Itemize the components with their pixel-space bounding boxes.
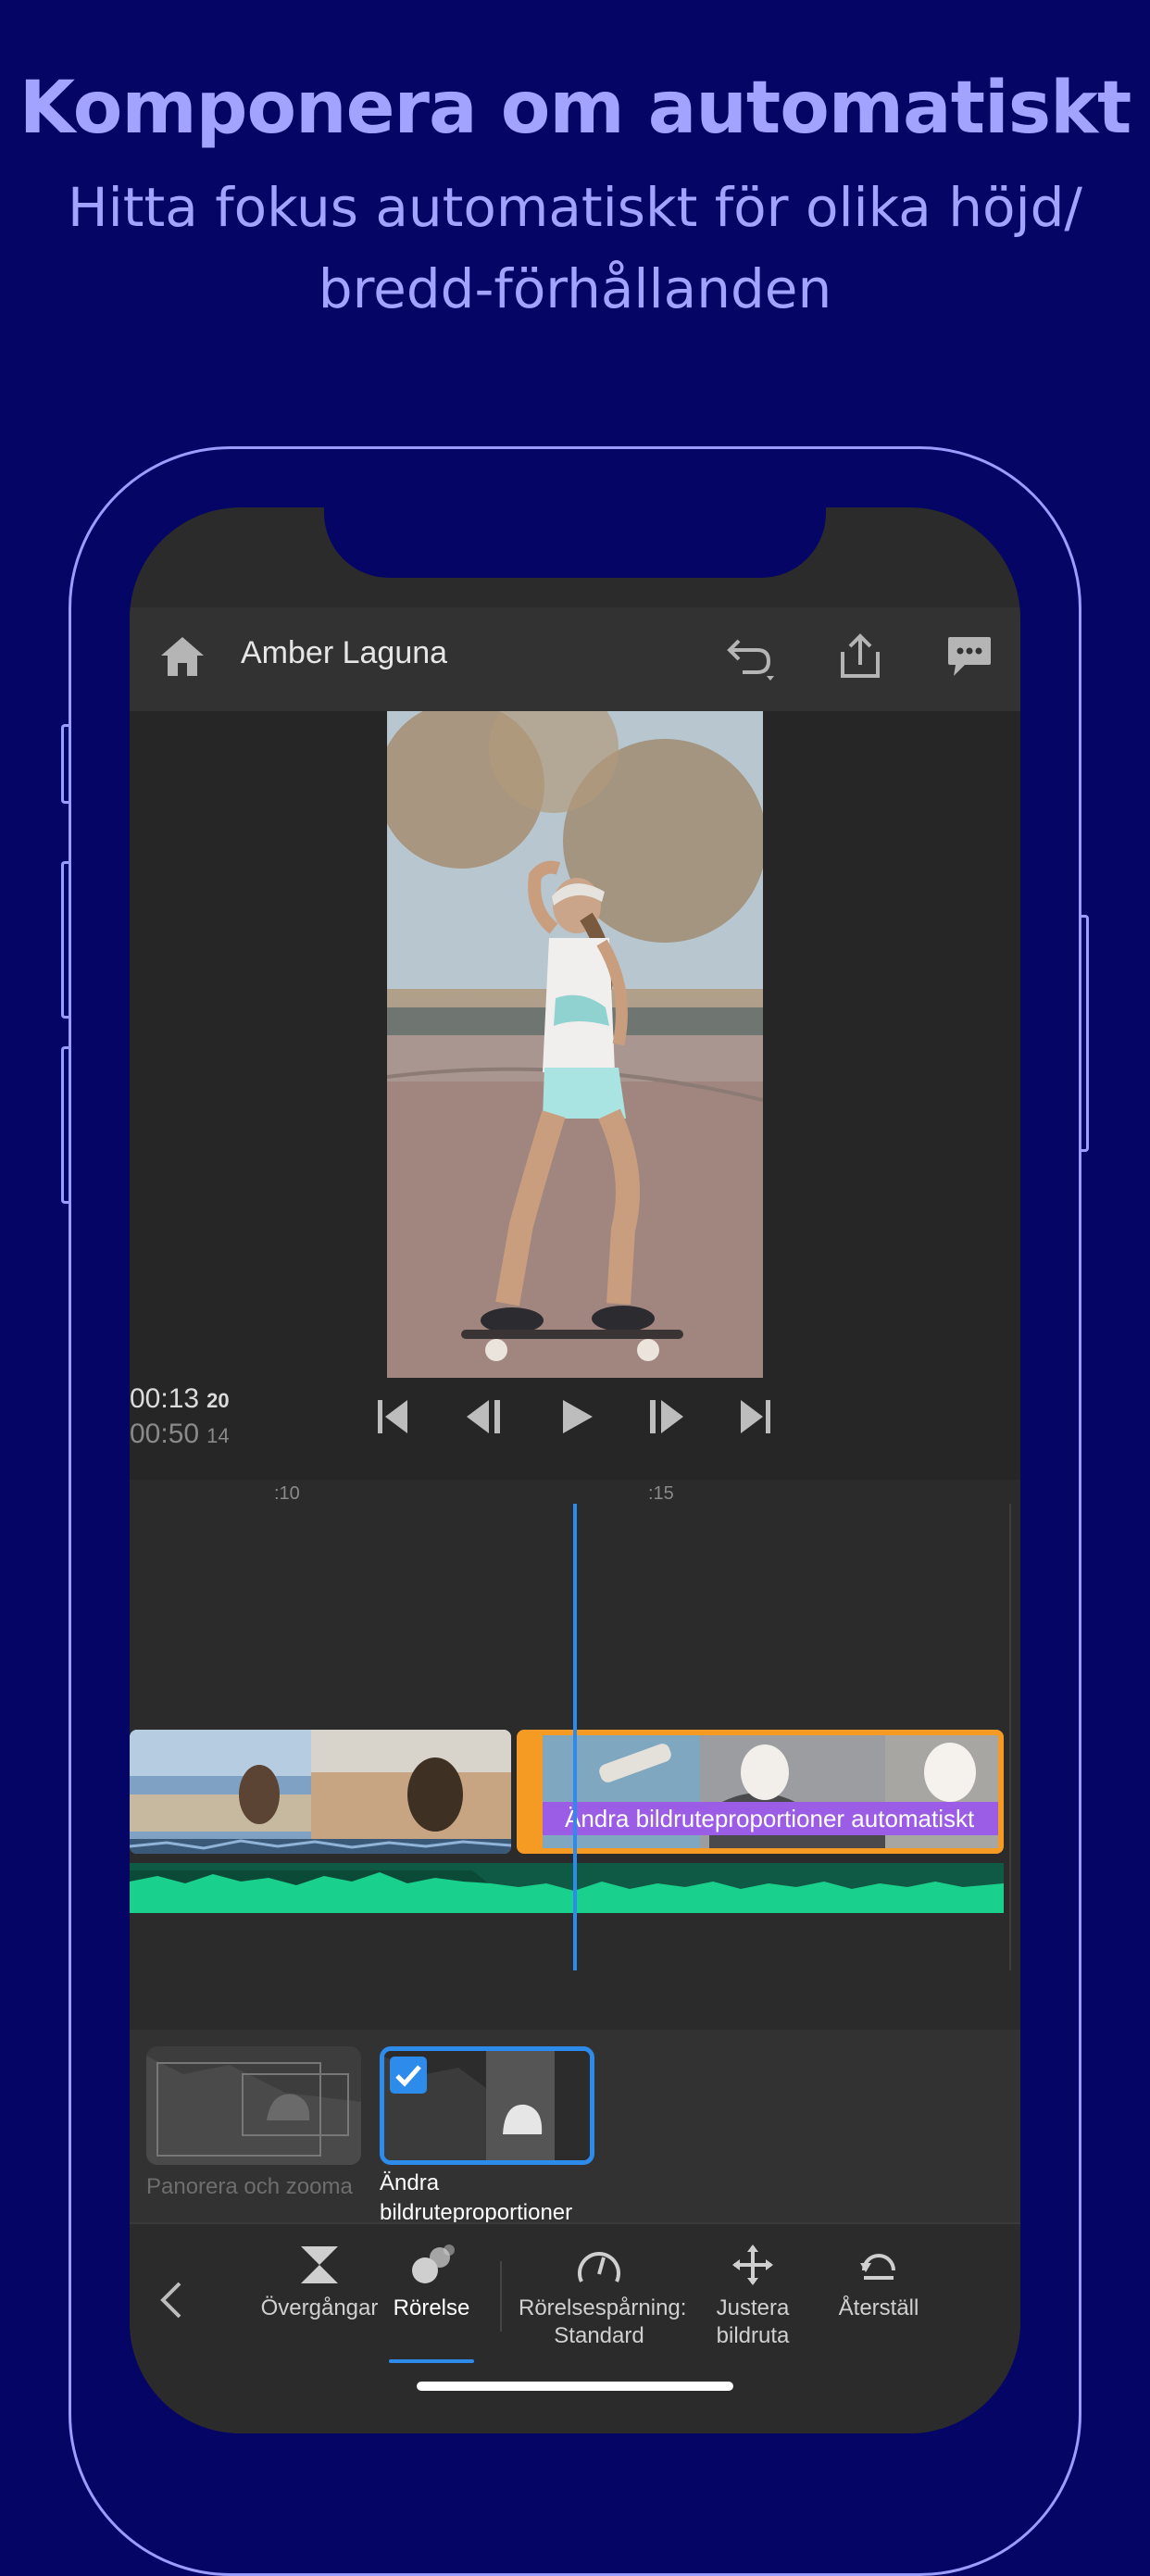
video-clip-2-selected[interactable]: Ändra bildruteproportioner automatiskt [517,1730,1004,1854]
tool-adjust-frame[interactable]: Justera bildruta [702,2245,804,2350]
phone-side-button-volume-up [61,861,71,1019]
video-preview-frame[interactable] [387,711,763,1378]
playhead[interactable] [573,1504,577,1970]
audio-track[interactable] [130,1863,1004,1913]
auto-reframe-banner: Ändra bildruteproportioner automatiskt [543,1802,998,1835]
ruler-label-10: :10 [274,1483,300,1504]
motion-icon [412,2245,455,2283]
selected-check-icon [390,2057,427,2094]
app-header: Amber Laguna [130,607,1020,711]
timeline-scrollbar[interactable] [1009,1504,1011,1970]
pan-zoom-icon [146,2056,361,2165]
auto-reframe-effect-tile[interactable] [380,2046,594,2165]
back-chevron-icon[interactable] [157,2280,185,2320]
marketing-subtitle: Hitta fokus automatiskt för olika höjd/ … [68,176,1082,320]
undo-icon[interactable] [726,635,778,682]
motion-tracking-gauge-icon [578,2252,620,2282]
clip-1-thumbnails [130,1730,511,1854]
toolbar-divider [500,2261,502,2332]
audio-waveform [130,1870,1004,1913]
video-preview-image [387,711,763,1378]
pan-zoom-label: Panorera och zooma [146,2174,353,2199]
share-icon[interactable] [839,633,881,680]
ruler-label-15: :15 [648,1483,674,1504]
tool-motion[interactable]: Rörelse [372,2245,491,2322]
effects-panel: Panorera och zooma Ändra bildruteproport… [130,2030,1020,2225]
phone-notch [324,507,826,578]
home-icon[interactable] [159,635,206,678]
phone-side-button-volume-down [61,1046,71,1204]
play-icon[interactable] [559,1398,594,1435]
total-duration: 00:50 14 [130,1419,230,1449]
step-back-icon[interactable] [465,1398,506,1435]
home-indicator[interactable] [417,2382,733,2391]
tool-motion-tracking[interactable]: Rörelsespårning: Standard [519,2245,686,2350]
reset-icon [860,2254,895,2280]
skip-to-end-icon[interactable] [737,1398,774,1435]
move-arrows-icon [732,2245,773,2285]
pan-zoom-effect-tile[interactable] [146,2046,361,2165]
comment-icon[interactable] [946,635,993,678]
transitions-icon [301,2246,338,2283]
video-preview-area [130,711,1020,1480]
marketing-title: Komponera om automatiskt [19,67,1132,150]
phone-side-button-mute [61,724,71,804]
app-screen: Amber Laguna 00:13 20 00:50 14:10:15 Ä… [130,507,1020,2433]
active-tool-indicator [389,2359,474,2363]
project-title: Amber Laguna [241,635,448,670]
skip-to-start-icon[interactable] [374,1398,411,1435]
bottom-toolbar: Övergångar Rörelse Rörelsespårning: Stan… [130,2222,1020,2433]
current-timecode: 00:13 20 [130,1383,230,1414]
tool-reset[interactable]: Återställ [819,2245,939,2322]
step-forward-icon[interactable] [644,1398,685,1435]
auto-reframe-label: Ändra bildruteproportioner [380,2170,573,2225]
phone-side-button-power [1079,915,1089,1152]
video-clip-1[interactable] [130,1730,511,1854]
